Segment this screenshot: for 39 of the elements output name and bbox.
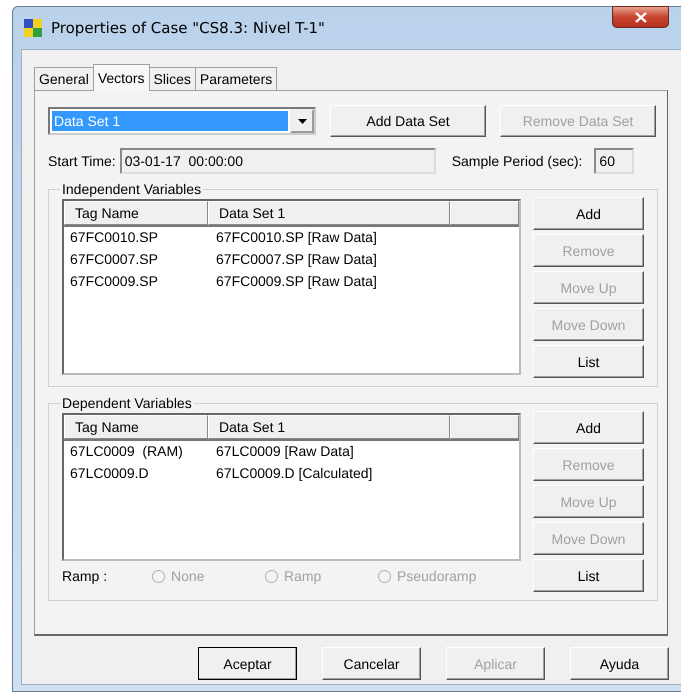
list-cell-text: 67LC0009 (RAM) — [69, 442, 184, 461]
list-cell-text: 67LC0009.D — [69, 464, 150, 483]
column-header[interactable]: Data Set 1 — [208, 415, 450, 439]
list-action-button[interactable]: Add — [533, 411, 644, 444]
start-time-label: Start Time: — [48, 153, 116, 169]
dialog-button[interactable]: Ayuda — [570, 647, 669, 680]
start-time-field[interactable]: 03-01-17 00:00:00 — [120, 148, 436, 174]
dialog-button[interactable]: Cancelar — [322, 647, 421, 680]
tab[interactable]: Vectors — [92, 64, 150, 91]
data-set-button[interactable]: Add Data Set — [330, 105, 486, 137]
window-title: Properties of Case "CS8.3: Nivel T-1" — [51, 19, 325, 37]
list-cell-text: 67FC0007.SP — [69, 250, 159, 269]
list-action-button[interactable]: List — [533, 559, 644, 592]
list-cell-text: 67LC0009 [Raw Data] — [216, 442, 355, 461]
sample-period-field[interactable]: 60 — [594, 148, 634, 174]
dialog-button[interactable]: Aceptar — [198, 647, 297, 680]
close-icon — [634, 12, 646, 22]
ramp-label: Ramp : — [62, 568, 108, 584]
sample-period-label: Sample Period (sec): — [452, 153, 582, 169]
list-cell-text: 67FC0010.SP [Raw Data] — [216, 228, 378, 247]
column-header[interactable]: Data Set 1 — [208, 201, 450, 225]
list-cell-text: 67FC0009.SP [Raw Data] — [216, 272, 378, 291]
dropdown-arrow-icon — [298, 118, 306, 124]
column-header[interactable]: Tag Name — [64, 415, 208, 439]
variable-list[interactable]: Tag Name Data Set 1 67LC0009 (RAM) 67LC0009 [Raw Data] 67LC0009.D 67LC0009.D [Calculated] — [62, 413, 521, 561]
list-cell-text: 67LC0009.D [Calculated] — [216, 464, 374, 483]
tab[interactable]: General — [34, 67, 94, 90]
list-cell-text: 67FC0009.SP — [69, 272, 159, 291]
list-cell-text: 67FC0010.SP — [69, 228, 159, 247]
group-title: Independent Variables — [62, 181, 202, 197]
list-cell-text: 67FC0007.SP [Raw Data] — [216, 250, 378, 269]
list-action-button[interactable]: Add — [533, 197, 644, 230]
list-action-button[interactable]: List — [533, 345, 644, 378]
column-header[interactable]: Tag Name — [64, 201, 208, 225]
group-title: Dependent Variables — [62, 395, 192, 411]
tab[interactable]: Parameters — [194, 67, 278, 90]
variable-list[interactable]: Tag Name Data Set 1 67FC0010.SP 67FC0010.SP [Raw Data] 67FC0007.SP 67FC0007.SP [Raw Data] 67FC0009.SP 67FC0009.SP [Raw Data] — [62, 199, 521, 375]
app-icon — [23, 18, 43, 38]
close-button[interactable] — [612, 6, 669, 28]
